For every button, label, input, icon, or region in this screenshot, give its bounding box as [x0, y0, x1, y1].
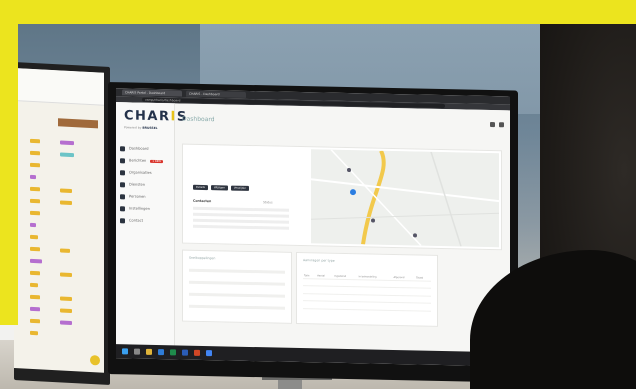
browser-tab[interactable]: CHARIS - Dashboard	[186, 90, 246, 98]
left-row	[20, 318, 104, 326]
left-row	[20, 150, 104, 158]
dashboard-app: CHARIS Powered by BRUSSEL Dashboard Beri…	[116, 102, 510, 353]
left-row	[20, 222, 104, 230]
home-icon	[120, 145, 125, 151]
left-screen-header-chip	[58, 118, 98, 129]
left-monitor-screen	[14, 68, 104, 373]
new-badge: 1 NEW	[150, 159, 163, 163]
main-monitor-screen: CHARIS Portal - Dashboard CHARIS - Dashb…	[116, 88, 510, 367]
top-right-icons	[490, 122, 504, 128]
contact-row	[193, 218, 289, 224]
contact-row	[193, 212, 289, 218]
left-row	[20, 162, 104, 170]
shortcuts-title: Snelkoppelingen	[189, 255, 216, 261]
left-row	[20, 294, 104, 302]
left-row	[20, 138, 104, 146]
left-row	[20, 246, 104, 254]
left-row	[20, 186, 104, 194]
contact-row	[193, 224, 289, 230]
browser-tab[interactable]: CHARIS Portal - Dashboard	[122, 89, 182, 97]
map-graphic	[311, 149, 499, 248]
delete-button[interactable]: Verwijder	[230, 185, 250, 191]
left-screen-topbar	[14, 68, 104, 106]
table-row[interactable]	[303, 308, 431, 318]
map-view[interactable]	[311, 149, 499, 248]
brand-subtitle: Powered by BRUSSEL	[124, 125, 158, 131]
yellow-frame-top	[0, 0, 636, 24]
main-monitor: CHARIS Portal - Dashboard CHARIS - Dashb…	[108, 82, 518, 383]
pin-icon	[120, 181, 125, 187]
photo-scene: CHARIS Portal - Dashboard CHARIS - Dashb…	[0, 0, 636, 389]
left-row	[20, 282, 104, 290]
contact-row	[193, 206, 289, 212]
user-icon[interactable]	[499, 122, 504, 128]
brand-logo: CHARIS	[124, 108, 188, 125]
page-title: Dashboard	[182, 115, 215, 124]
requests-title: Aanvragen per type	[303, 258, 335, 263]
excel-icon[interactable]	[170, 349, 176, 356]
search-icon[interactable]	[134, 348, 140, 355]
yellow-frame-left	[0, 0, 18, 325]
folder-icon[interactable]	[146, 348, 152, 355]
sidebar-item-dashboard[interactable]: Dashboard	[120, 142, 172, 155]
floating-action-button[interactable]	[90, 354, 100, 366]
powerpoint-icon[interactable]	[194, 349, 200, 356]
left-monitor	[14, 62, 110, 386]
sidebar: CHARIS Powered by BRUSSEL Dashboard Beri…	[116, 102, 188, 346]
edge-icon[interactable]	[158, 349, 164, 356]
action-buttons: Details Wijzigen Verwijder	[193, 184, 250, 191]
left-row	[20, 306, 104, 314]
user-icon	[120, 193, 125, 199]
sidebar-item-contact[interactable]: Contact	[120, 214, 172, 227]
start-menu-icon[interactable]	[122, 348, 128, 355]
sidebar-item-settings[interactable]: Instellingen	[120, 202, 172, 215]
details-button[interactable]: Details	[193, 184, 208, 191]
shortcut-line[interactable]	[189, 268, 285, 274]
bell-icon[interactable]	[490, 122, 495, 128]
sidebar-item-messages[interactable]: Berichten 1 NEW	[120, 154, 172, 167]
sidebar-nav: Dashboard Berichten 1 NEW Organisaties Di…	[120, 142, 172, 227]
left-row	[20, 330, 104, 338]
edit-button[interactable]: Wijzigen	[211, 185, 228, 191]
shortcut-line[interactable]	[189, 280, 285, 286]
left-row	[20, 198, 104, 206]
gear-icon	[120, 205, 125, 211]
sidebar-item-people[interactable]: Personen	[120, 190, 172, 203]
status-heading: Status	[263, 200, 273, 205]
left-row	[20, 258, 104, 266]
shortcut-line[interactable]	[189, 304, 285, 310]
sidebar-item-services[interactable]: Diensten	[120, 178, 172, 191]
flag-icon	[120, 217, 125, 223]
contacts-heading: Contacten	[193, 198, 212, 204]
requests-table: Type Aantal Ingediend In behandeling Afg…	[303, 273, 431, 318]
word-icon[interactable]	[182, 349, 188, 356]
left-row	[20, 174, 104, 182]
left-row	[20, 270, 104, 278]
left-row	[20, 234, 104, 242]
detail-card: Details Wijzigen Verwijder Contacten Sta…	[182, 143, 502, 251]
bell-icon	[120, 157, 125, 163]
shortcuts-card: Snelkoppelingen	[182, 249, 292, 324]
chrome-icon[interactable]	[206, 350, 212, 357]
shortcut-line[interactable]	[189, 292, 285, 298]
left-row	[20, 210, 104, 218]
requests-card: Aanvragen per type Type Aantal Ingediend…	[296, 251, 438, 327]
sidebar-item-organisations[interactable]: Organisaties	[120, 166, 172, 179]
building-icon	[120, 169, 125, 175]
